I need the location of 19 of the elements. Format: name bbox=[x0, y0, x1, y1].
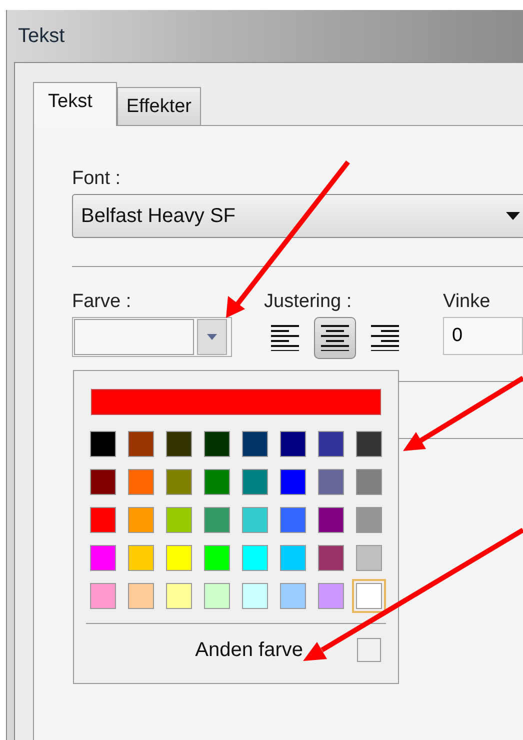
current-color-bar[interactable] bbox=[91, 389, 381, 415]
angle-field[interactable]: 0 bbox=[443, 317, 523, 355]
field-label: Justering : bbox=[264, 291, 353, 313]
dropdown-button[interactable] bbox=[197, 319, 227, 355]
caret-icon bbox=[506, 212, 520, 220]
field-label: Font : bbox=[72, 168, 122, 190]
field-label: Vinke bbox=[443, 291, 492, 313]
color-dropdown[interactable] bbox=[72, 317, 232, 357]
align-center-button[interactable] bbox=[314, 317, 356, 359]
color-swatch[interactable] bbox=[352, 579, 386, 613]
window-title: Tekst bbox=[18, 24, 65, 48]
color-field[interactable] bbox=[74, 319, 194, 355]
field-label: Farve : bbox=[72, 291, 132, 313]
caret-icon bbox=[207, 334, 217, 340]
tab[interactable]: Tekst bbox=[33, 82, 118, 126]
font-dropdown[interactable]: Belfast Heavy SF bbox=[72, 194, 523, 238]
custom-color-swatch[interactable] bbox=[357, 638, 381, 662]
other-color-link[interactable]: Anden farve bbox=[195, 638, 303, 662]
tab[interactable]: Effekter bbox=[117, 87, 200, 125]
